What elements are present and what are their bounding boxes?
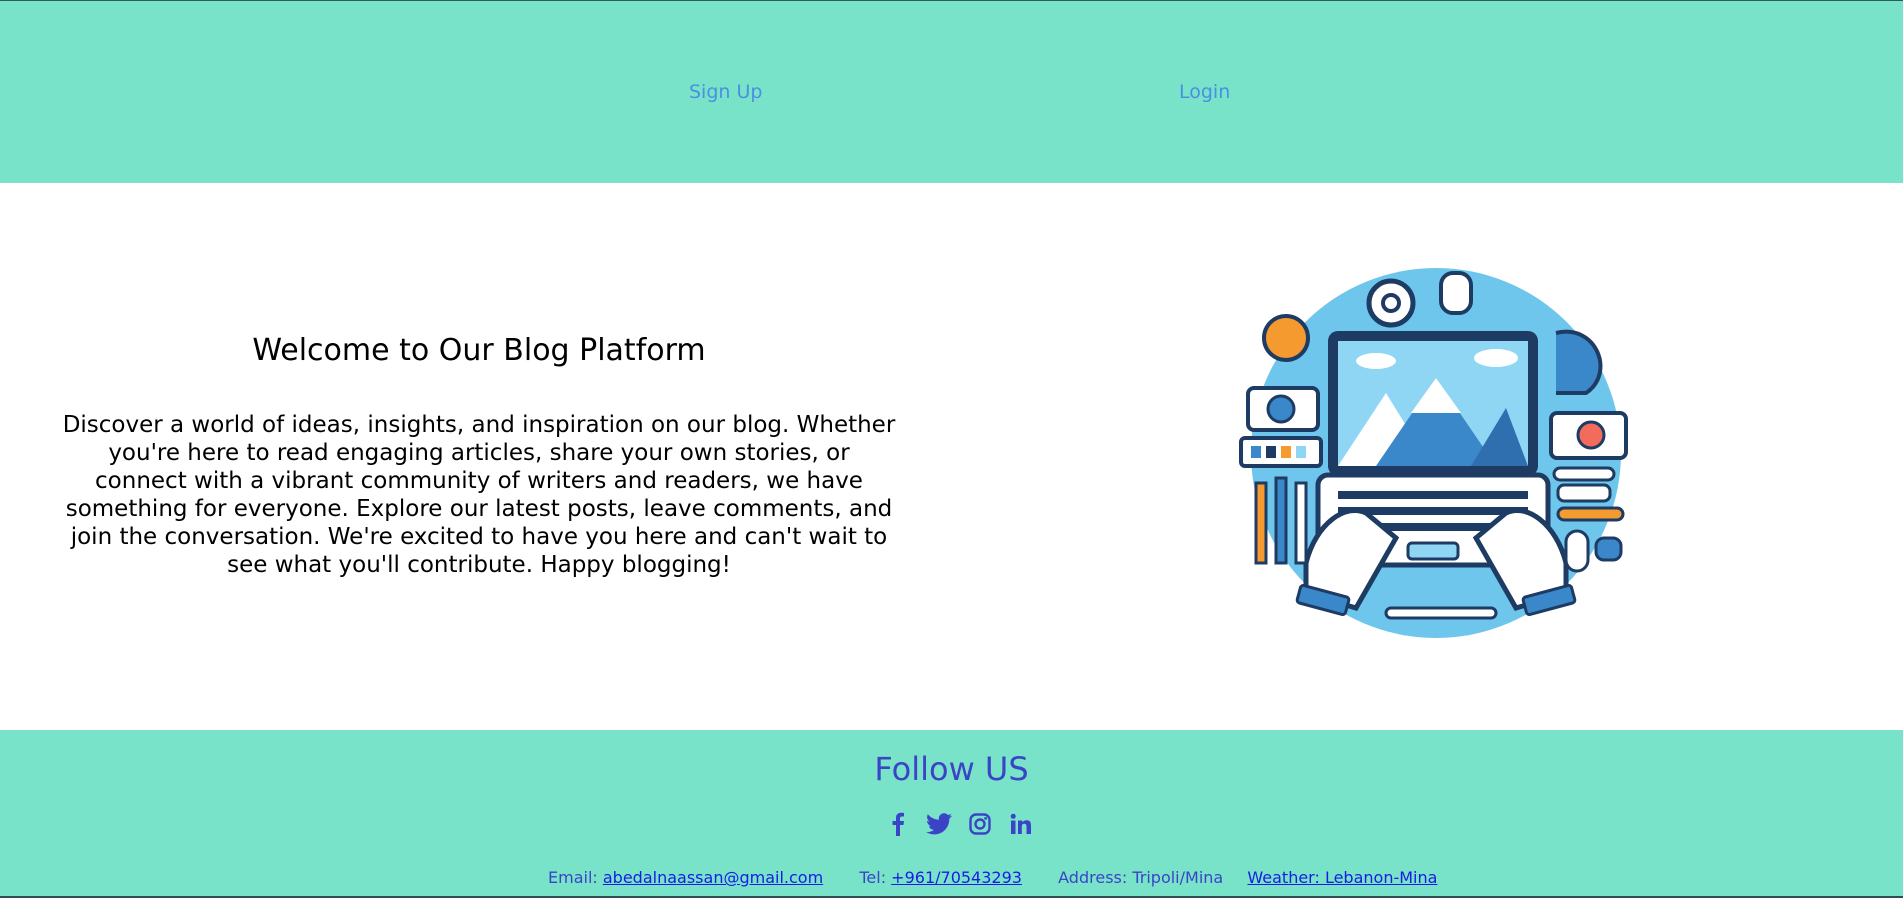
footer: Follow US Email: abedalnaassan@gmail.com… [0, 730, 1903, 898]
sun-icon [1262, 314, 1310, 362]
linkedin-icon[interactable] [1007, 810, 1035, 838]
signup-link[interactable]: Sign Up [689, 81, 762, 103]
twitter-icon[interactable] [925, 810, 953, 838]
camera-icon [1246, 386, 1320, 432]
address-text: Address: Tripoli/Mina [1058, 868, 1224, 887]
instagram-icon[interactable] [966, 810, 994, 838]
blogging-illustration [1239, 268, 1628, 638]
email-label: Email: [548, 868, 598, 887]
weather-link[interactable]: Weather: Lebanon-Mina [1247, 868, 1437, 887]
gear-icon [1366, 278, 1416, 328]
camera-right-icon [1549, 411, 1628, 460]
contact-info: Email: abedalnaassan@gmail.com Tel: +961… [548, 868, 1437, 887]
hero-title: Welcome to Our Blog Platform [252, 333, 706, 368]
facebook-icon[interactable] [884, 810, 912, 838]
tel-link[interactable]: +961/70543293 [891, 868, 1022, 887]
social-links [884, 809, 1035, 839]
follow-us-heading: Follow US [874, 750, 1029, 788]
login-link[interactable]: Login [1179, 81, 1230, 103]
main-content: Welcome to Our Blog Platform Discover a … [0, 183, 1903, 730]
hero-description: Discover a world of ideas, insights, and… [62, 412, 896, 578]
email-link[interactable]: abedalnaassan@gmail.com [603, 868, 823, 887]
tel-label: Tel: [859, 868, 887, 887]
top-navigation-bar: Sign Up Login [0, 0, 1903, 183]
